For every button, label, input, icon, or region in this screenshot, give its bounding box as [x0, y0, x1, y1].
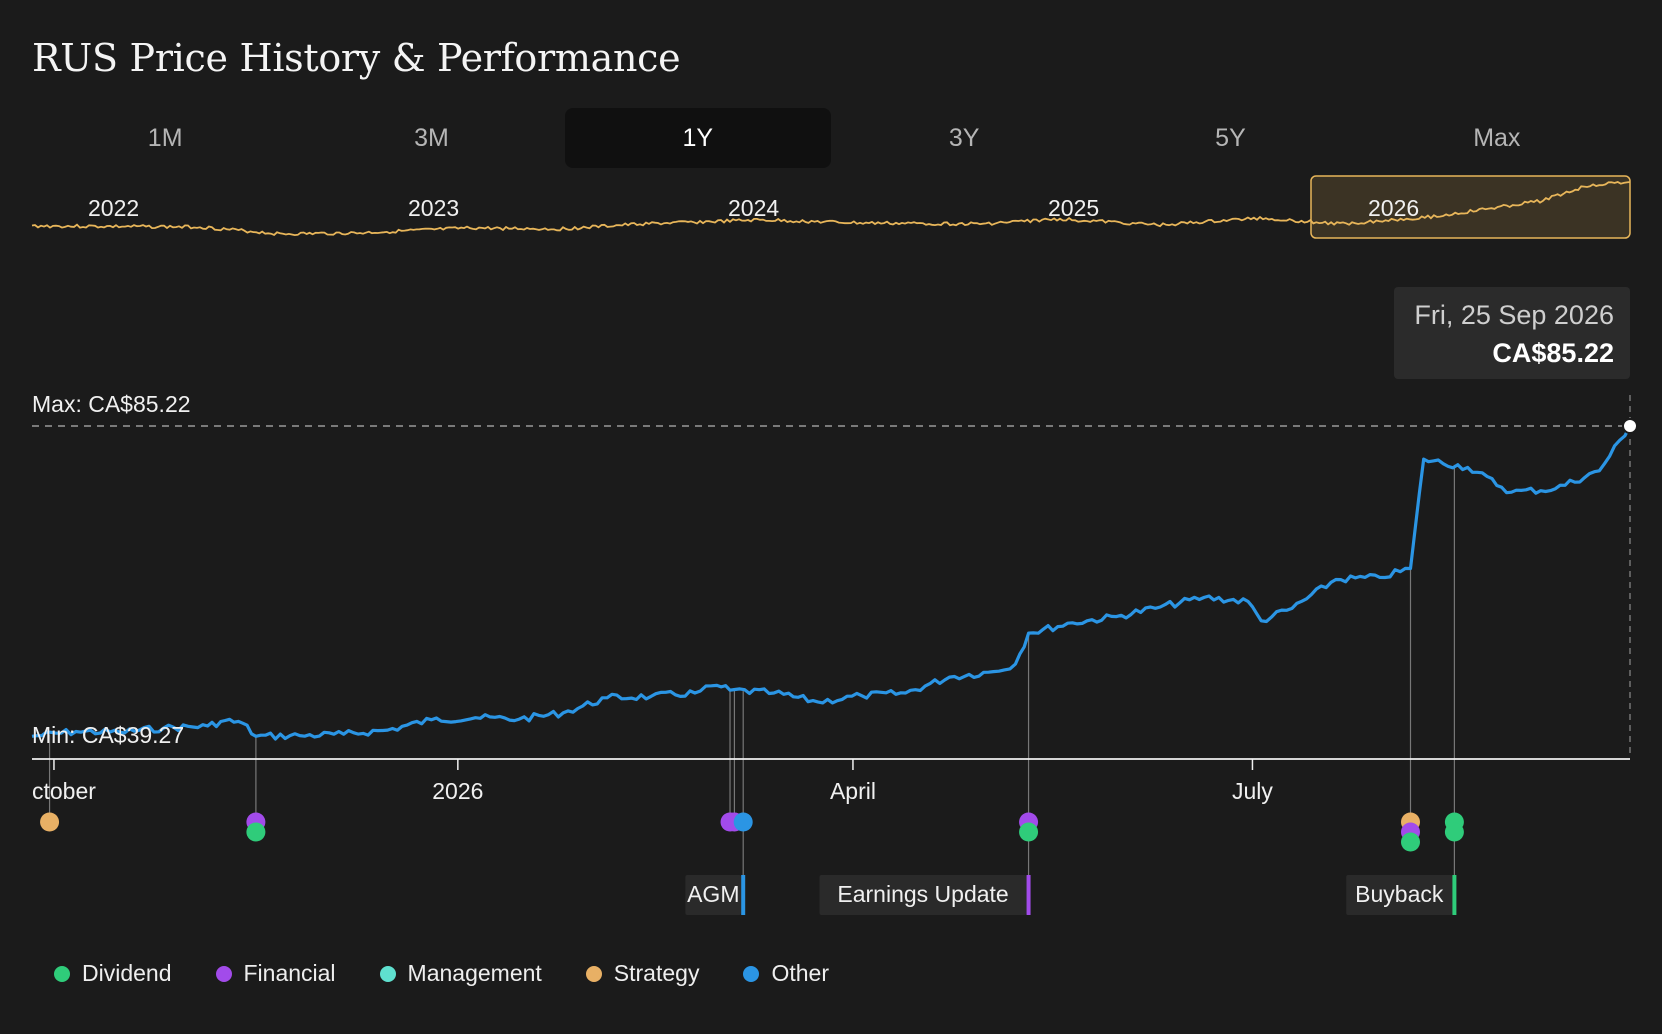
event-labels: AGM Earnings Update Buyback: [685, 875, 1457, 915]
dividend-dot-icon: [54, 965, 70, 982]
x-tick-label: ctober: [32, 778, 96, 804]
event-markers: [40, 812, 1464, 852]
max-price-label: Max: CA$85.22: [32, 391, 191, 417]
management-dot-icon: [379, 965, 396, 982]
x-axis-ticks: ctober 2026 April July: [32, 759, 1273, 804]
tooltip-price: CA$85.22: [1492, 338, 1614, 368]
price-line: [31, 425, 1632, 741]
legend-label: Management: [407, 960, 542, 986]
tooltip-date: Fri, 25 Sep 2026: [1414, 300, 1614, 330]
event-legend: Dividend Financial Management Strategy O…: [54, 960, 873, 987]
legend-label: Dividend: [82, 960, 172, 986]
legend-item-management[interactable]: Management: [379, 960, 542, 987]
min-price-label: Min: CA$39.27: [32, 722, 184, 748]
legend-label: Strategy: [613, 960, 700, 986]
event-label-text: Earnings Update: [837, 881, 1008, 907]
event-label-text: Buyback: [1355, 881, 1444, 907]
event-label-accent: [1026, 875, 1031, 915]
hover-point: [1622, 418, 1638, 434]
price-chart[interactable]: Max: CA$85.22 Min: CA$39.27 ctober 2026 Ap…: [0, 0, 1662, 950]
event-label-text: AGM: [687, 881, 739, 907]
event-dot-icon: [40, 812, 60, 832]
legend-item-other[interactable]: Other: [743, 960, 829, 987]
legend-label: Other: [771, 960, 829, 986]
price-tooltip: Fri, 25 Sep 2026 CA$85.22: [1394, 287, 1630, 379]
legend-item-financial[interactable]: Financial: [215, 960, 336, 987]
legend-item-dividend[interactable]: Dividend: [54, 960, 172, 987]
event-dot-icon: [733, 812, 753, 832]
event-label-accent: [1452, 875, 1457, 915]
x-tick-label: July: [1232, 778, 1273, 804]
other-dot-icon: [743, 965, 760, 982]
legend-label: Financial: [243, 960, 336, 986]
legend-item-strategy[interactable]: Strategy: [585, 960, 700, 987]
event-label-accent: [741, 875, 746, 915]
x-tick-label: 2026: [432, 778, 483, 804]
financial-dot-icon: [215, 965, 232, 982]
x-tick-label: April: [830, 778, 876, 804]
event-dot-icon: [1400, 832, 1420, 852]
event-dot-icon: [1019, 822, 1039, 842]
strategy-dot-icon: [585, 965, 602, 982]
event-dot-icon: [1444, 822, 1464, 842]
event-dot-icon: [246, 822, 266, 842]
